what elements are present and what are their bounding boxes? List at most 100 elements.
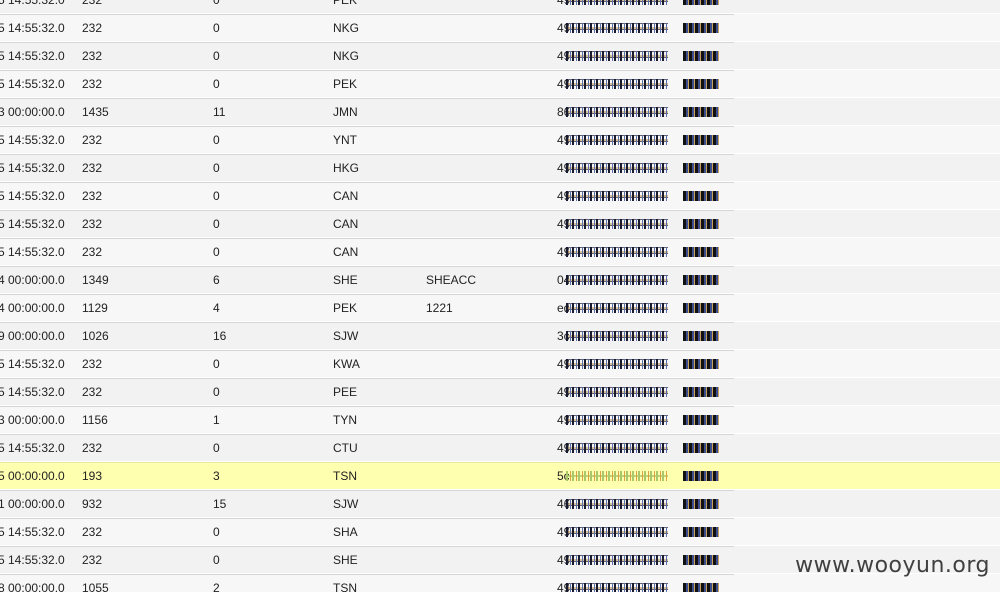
cell-airport-code[interactable]: PEK [333, 70, 413, 98]
cell-value-b[interactable]: 15 [213, 490, 303, 518]
cell-airport-code[interactable]: PEE [333, 378, 413, 406]
cell-value-b[interactable]: 11 [213, 98, 303, 126]
cell-timestamp[interactable]: 4 00:00:00.0 [0, 294, 78, 322]
cell-value-b[interactable]: 4 [213, 294, 303, 322]
cell-extra[interactable] [426, 378, 546, 406]
cell-timestamp[interactable]: 3 00:00:00.0 [0, 406, 78, 434]
cell-timestamp[interactable]: 3 00:00:00.0 [0, 98, 78, 126]
cell-value-a[interactable]: 232 [82, 210, 172, 238]
cell-value-b[interactable]: 0 [213, 154, 303, 182]
cell-extra[interactable] [426, 154, 546, 182]
table-row[interactable]: 5 14:55:32.02320YNT49 [0, 126, 1000, 154]
table-row[interactable]: 5 14:55:32.02320PEK49 [0, 0, 1000, 14]
cell-value-a[interactable]: 232 [82, 378, 172, 406]
cell-value-a[interactable]: 1349 [82, 266, 172, 294]
cell-extra[interactable] [426, 14, 546, 42]
cell-value-b[interactable]: 0 [213, 546, 303, 574]
cell-timestamp[interactable]: 4 00:00:00.0 [0, 266, 78, 294]
table-row[interactable]: 5 14:55:32.02320CTU49 [0, 434, 1000, 462]
cell-value-a[interactable]: 232 [82, 70, 172, 98]
cell-value-b[interactable]: 1 [213, 406, 303, 434]
cell-airport-code[interactable]: TSN [333, 462, 413, 490]
cell-airport-code[interactable]: YNT [333, 126, 413, 154]
cell-value-b[interactable]: 0 [213, 210, 303, 238]
cell-value-a[interactable]: 1435 [82, 98, 172, 126]
cell-value-b[interactable]: 0 [213, 434, 303, 462]
cell-extra[interactable]: 1221 [426, 294, 546, 322]
cell-timestamp[interactable]: 8 00:00:00.0 [0, 574, 78, 592]
cell-value-b[interactable]: 0 [213, 518, 303, 546]
cell-extra[interactable] [426, 518, 546, 546]
table-row[interactable]: 3 00:00:00.011561TYN49 [0, 406, 1000, 434]
cell-value-b[interactable]: 0 [213, 378, 303, 406]
cell-airport-code[interactable]: SHE [333, 266, 413, 294]
table-row[interactable]: 1 00:00:00.093215SJW46 [0, 490, 1000, 518]
cell-extra[interactable] [426, 70, 546, 98]
cell-airport-code[interactable]: SHA [333, 518, 413, 546]
cell-timestamp[interactable]: 5 14:55:32.0 [0, 182, 78, 210]
cell-value-b[interactable]: 0 [213, 42, 303, 70]
table-row[interactable]: 4 00:00:00.013496SHESHEACC04 [0, 266, 1000, 294]
cell-timestamp[interactable]: 5 00:00:00.0 [0, 462, 78, 490]
table-row[interactable]: 3 00:00:00.0143511JMN86 [0, 98, 1000, 126]
table-row[interactable]: 4 00:00:00.011294PEK1221ed [0, 294, 1000, 322]
cell-timestamp[interactable]: 5 14:55:32.0 [0, 14, 78, 42]
cell-airport-code[interactable]: CAN [333, 182, 413, 210]
table-row[interactable]: 5 14:55:32.02320CAN49 [0, 210, 1000, 238]
table-row[interactable]: 5 14:55:32.02320CAN49 [0, 182, 1000, 210]
cell-value-a[interactable]: 232 [82, 182, 172, 210]
cell-timestamp[interactable]: 5 14:55:32.0 [0, 378, 78, 406]
table-row-selected[interactable]: 5 00:00:00.0 193 3 TSN 5c [0, 462, 1000, 490]
table-row[interactable]: 5 14:55:32.02320HKG49 [0, 154, 1000, 182]
cell-value-a[interactable]: 1055 [82, 574, 172, 592]
cell-timestamp[interactable]: 5 14:55:32.0 [0, 42, 78, 70]
cell-extra[interactable] [426, 406, 546, 434]
cell-value-b[interactable]: 0 [213, 350, 303, 378]
cell-airport-code[interactable]: NKG [333, 14, 413, 42]
cell-timestamp[interactable]: 5 14:55:32.0 [0, 518, 78, 546]
cell-extra[interactable] [426, 182, 546, 210]
table-row[interactable]: 5 14:55:32.02320NKG49 [0, 42, 1000, 70]
cell-airport-code[interactable]: JMN [333, 98, 413, 126]
cell-timestamp[interactable]: 5 14:55:32.0 [0, 546, 78, 574]
cell-extra[interactable]: SHEACC [426, 266, 546, 294]
cell-airport-code[interactable]: SJW [333, 322, 413, 350]
cell-airport-code[interactable]: NKG [333, 42, 413, 70]
cell-timestamp[interactable]: 5 14:55:32.0 [0, 238, 78, 266]
cell-value-b[interactable]: 0 [213, 182, 303, 210]
cell-extra[interactable] [426, 322, 546, 350]
cell-timestamp[interactable]: 9 00:00:00.0 [0, 322, 78, 350]
cell-value-a[interactable]: 232 [82, 0, 172, 14]
cell-extra[interactable] [426, 126, 546, 154]
cell-airport-code[interactable]: HKG [333, 154, 413, 182]
cell-extra[interactable] [426, 350, 546, 378]
cell-airport-code[interactable]: CAN [333, 238, 413, 266]
cell-airport-code[interactable]: CAN [333, 210, 413, 238]
cell-timestamp[interactable]: 5 14:55:32.0 [0, 70, 78, 98]
cell-value-a[interactable]: 232 [82, 350, 172, 378]
cell-timestamp[interactable]: 5 14:55:32.0 [0, 154, 78, 182]
table-row[interactable]: 5 14:55:32.02320PEK49 [0, 70, 1000, 98]
cell-airport-code[interactable]: TSN [333, 574, 413, 592]
cell-timestamp[interactable]: 5 14:55:32.0 [0, 350, 78, 378]
cell-airport-code[interactable]: TYN [333, 406, 413, 434]
cell-value-b[interactable]: 2 [213, 574, 303, 592]
cell-value-a[interactable]: 232 [82, 14, 172, 42]
cell-extra[interactable] [426, 42, 546, 70]
cell-value-b[interactable]: 0 [213, 14, 303, 42]
cell-value-a[interactable]: 232 [82, 238, 172, 266]
table-row[interactable]: 5 14:55:32.02320KWA49 [0, 350, 1000, 378]
cell-timestamp[interactable]: 5 14:55:32.0 [0, 434, 78, 462]
cell-value-a[interactable]: 232 [82, 42, 172, 70]
cell-value-a[interactable]: 232 [82, 154, 172, 182]
cell-value-a[interactable]: 193 [82, 462, 172, 490]
cell-extra[interactable] [426, 238, 546, 266]
cell-extra[interactable] [426, 0, 546, 14]
cell-timestamp[interactable]: 5 14:55:32.0 [0, 126, 78, 154]
cell-value-b[interactable]: 3 [213, 462, 303, 490]
table-row[interactable]: 5 14:55:32.02320SHA49 [0, 518, 1000, 546]
cell-extra[interactable] [426, 462, 546, 490]
table-row[interactable]: 5 14:55:32.02320NKG49 [0, 14, 1000, 42]
cell-value-b[interactable]: 0 [213, 238, 303, 266]
cell-value-a[interactable]: 1156 [82, 406, 172, 434]
